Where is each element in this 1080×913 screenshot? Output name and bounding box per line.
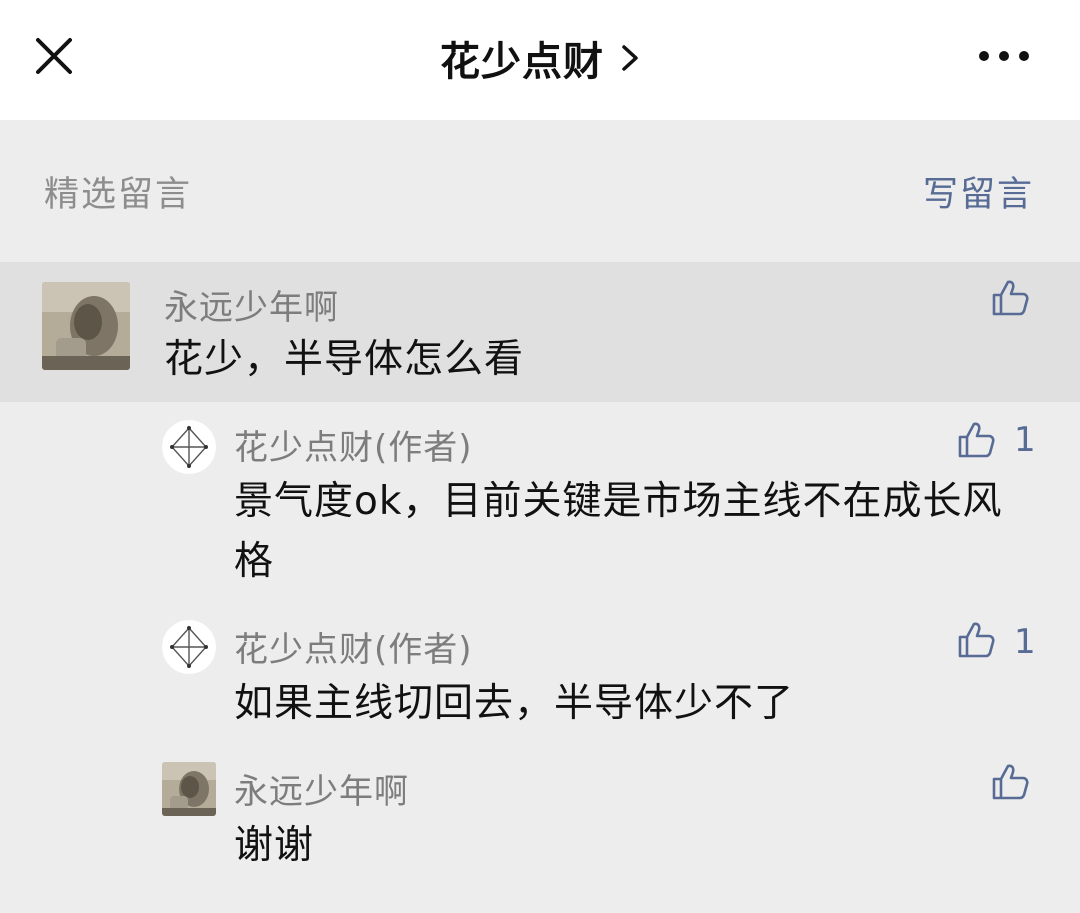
chevron-right-icon[interactable] xyxy=(620,43,640,73)
avatar[interactable] xyxy=(162,420,216,474)
user-avatar-image xyxy=(162,762,216,816)
title-wrap: 花少点财 xyxy=(0,30,1080,86)
reply-author[interactable]: 花少点财(作者) xyxy=(234,622,473,671)
avatar[interactable] xyxy=(162,620,216,674)
reply-author[interactable]: 花少点财(作者) xyxy=(234,420,473,469)
thumbs-up-icon[interactable] xyxy=(990,278,1030,318)
reply-author[interactable]: 永远少年啊 xyxy=(234,764,409,813)
thumbs-up-icon[interactable] xyxy=(990,762,1030,802)
comment-author[interactable]: 永远少年啊 xyxy=(164,280,339,329)
reply-text: 谢谢 xyxy=(234,823,315,868)
thumbs-up-icon[interactable] xyxy=(956,420,996,460)
like-count: 1 xyxy=(1014,420,1036,460)
author-avatar-image xyxy=(162,420,216,474)
top-bar: 花少点财 xyxy=(0,0,1080,120)
like-count: 1 xyxy=(1014,622,1036,662)
write-comment-button[interactable]: 写留言 xyxy=(923,166,1034,217)
thumbs-up-icon[interactable] xyxy=(956,620,996,660)
user-avatar-image xyxy=(42,282,130,370)
avatar[interactable] xyxy=(162,762,216,816)
avatar[interactable] xyxy=(42,282,130,370)
more-icon[interactable] xyxy=(972,38,1036,74)
account-title[interactable]: 花少点财 xyxy=(440,29,604,87)
featured-comments-label: 精选留言 xyxy=(44,175,193,215)
reply-text: 景气度ok，目前关键是市场主线不在成长风格 xyxy=(234,479,1003,584)
author-avatar-image xyxy=(162,620,216,674)
reply-text: 如果主线切回去，半导体少不了 xyxy=(234,681,795,726)
comment-text: 花少，半导体怎么看 xyxy=(164,337,525,382)
